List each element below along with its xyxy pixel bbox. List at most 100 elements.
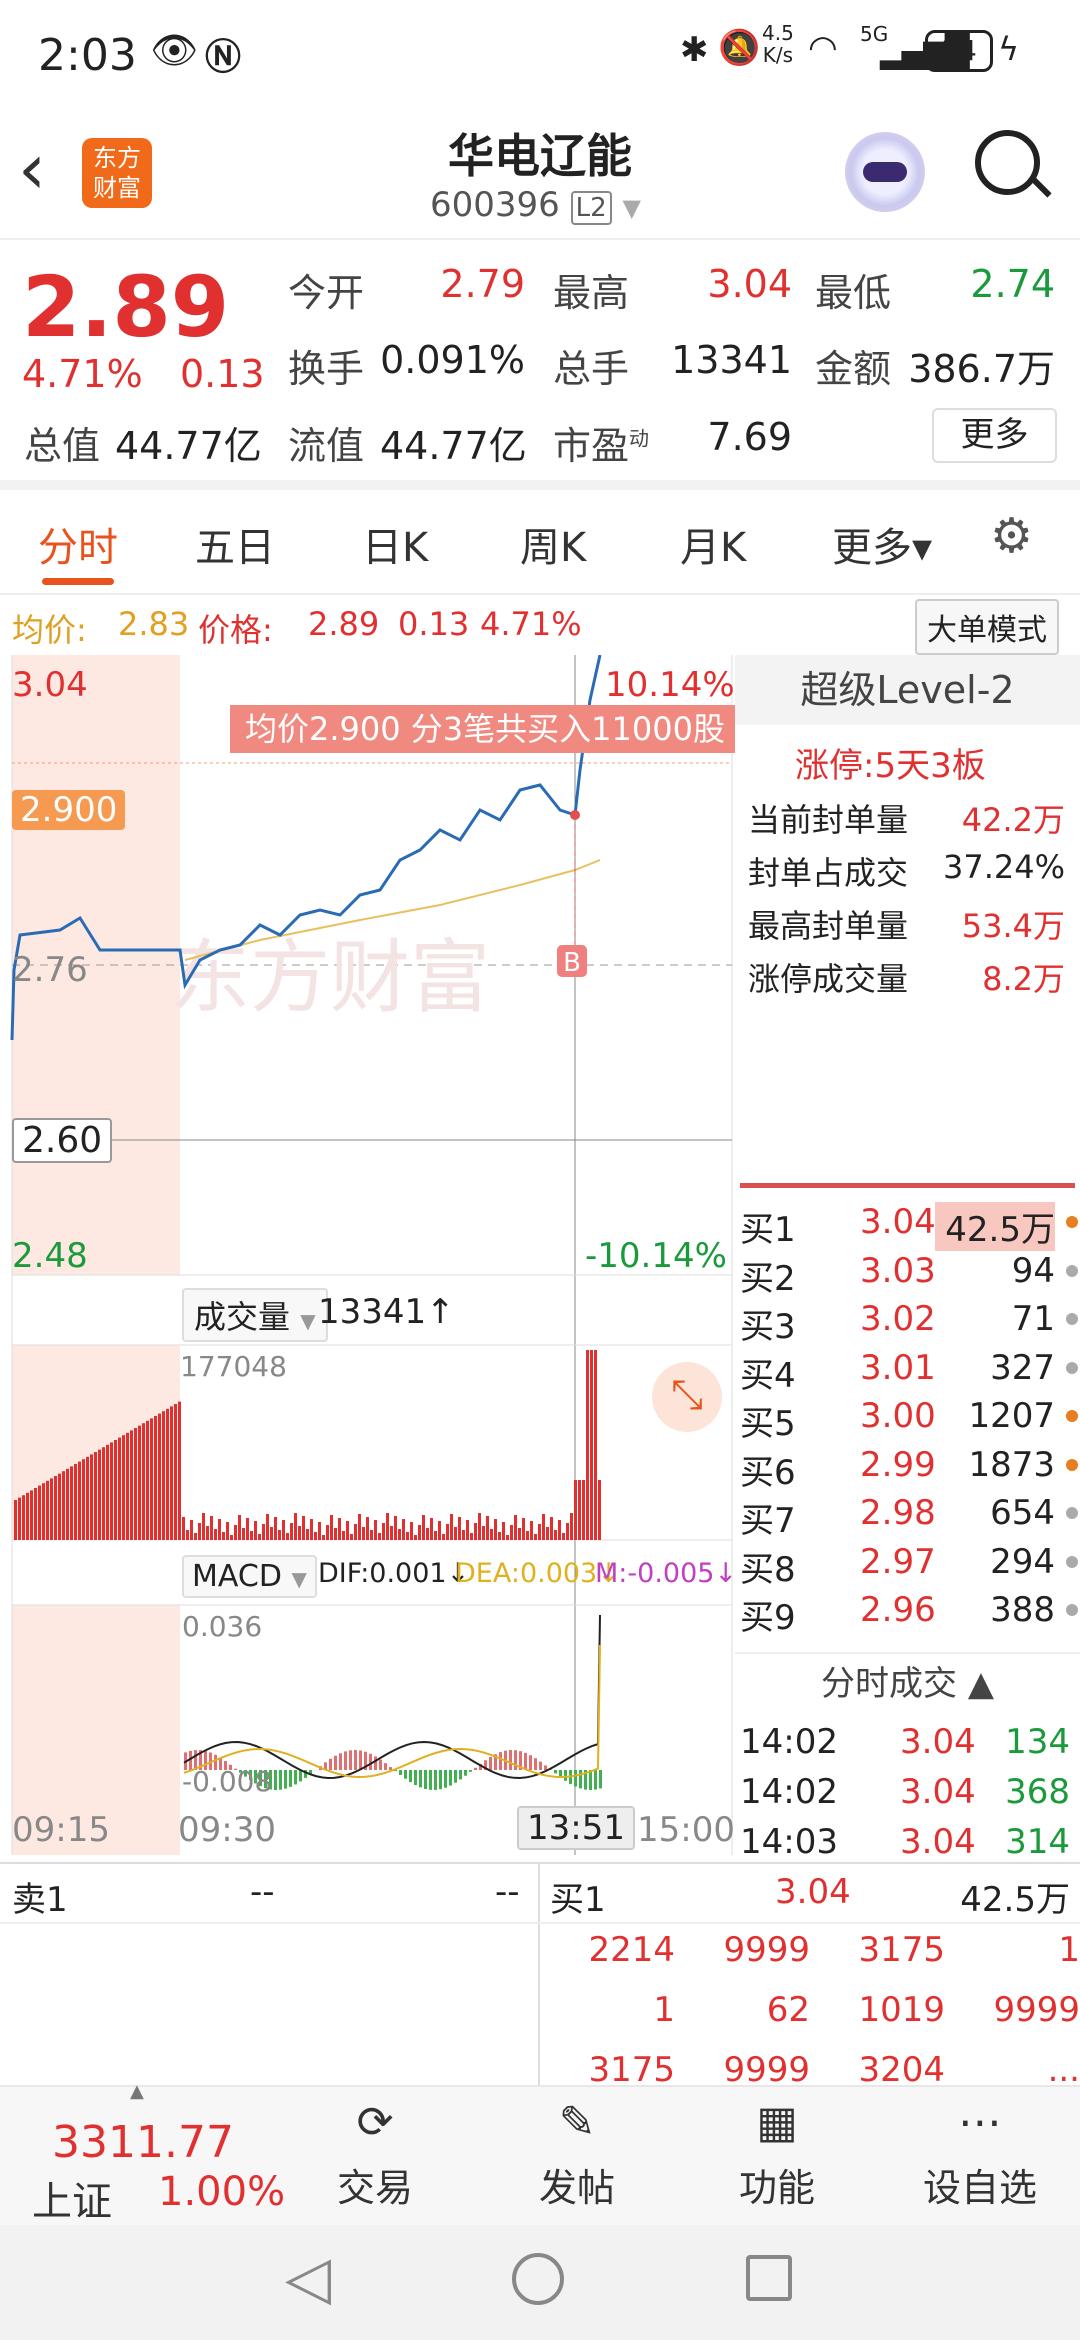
- seal-ratio-label: 封单占成交: [748, 854, 909, 892]
- volume-bar: [230, 1535, 233, 1540]
- volume-bar: [318, 1522, 321, 1540]
- macd-bar: [414, 1770, 417, 1786]
- tab-monthly-k[interactable]: 月K: [680, 515, 746, 573]
- amount-label: 金额: [815, 347, 892, 391]
- volume-bar: [410, 1522, 413, 1540]
- volume-bar: [586, 1350, 589, 1540]
- volume-value: 13341: [671, 338, 792, 382]
- volume-bar: [222, 1532, 225, 1540]
- tab-five-day[interactable]: 五日: [195, 515, 275, 573]
- change-amt: 0.13: [180, 352, 265, 396]
- volume-bar: [458, 1517, 461, 1540]
- volume-bar: [130, 1430, 133, 1540]
- limit-vol-label: 涨停成交量: [748, 960, 909, 998]
- stock-code[interactable]: 600396 L2 ▼: [430, 185, 641, 225]
- macd-indicator-select[interactable]: MACD ▼: [182, 1555, 317, 1598]
- macd-bar: [404, 1770, 407, 1779]
- volume-bar: [314, 1532, 317, 1540]
- high-label: 最高: [553, 271, 630, 315]
- volume-bar: [78, 1461, 81, 1540]
- queue-cell: ...: [1047, 2050, 1080, 2090]
- volume-bar: [242, 1528, 245, 1540]
- volume-bar: [326, 1525, 329, 1540]
- nav-post[interactable]: ✎ 发帖: [502, 2097, 652, 2212]
- volume-bar: [430, 1518, 433, 1540]
- nfc-icon: Ⓝ: [205, 37, 242, 78]
- index-value[interactable]: 3311.77: [52, 2117, 234, 2168]
- turnover-value: 0.091%: [380, 338, 525, 382]
- volume-bar: [14, 1500, 17, 1540]
- volume-bar: [434, 1531, 437, 1540]
- volume-bar: [262, 1524, 265, 1540]
- back-nav-icon[interactable]: ◁: [285, 2243, 331, 2313]
- macd-bar: [594, 1770, 597, 1790]
- volume-bar: [22, 1495, 25, 1540]
- queue-sell-label: 卖1: [12, 1880, 68, 1920]
- collapse-icon[interactable]: ▲: [130, 2081, 144, 2102]
- y-axis-mid: 2.76: [12, 950, 88, 990]
- period-tabs: 分时 五日 日K 周K 月K 更多▾ ⚙: [0, 500, 1080, 595]
- nav-add-watchlist[interactable]: ⋯ 设自选: [905, 2097, 1055, 2212]
- tick-trades-title[interactable]: 分时成交 ▲: [735, 1652, 1080, 1712]
- search-icon[interactable]: [975, 130, 1052, 198]
- tab-more[interactable]: 更多▾: [832, 515, 932, 573]
- volume-bar: [54, 1476, 57, 1540]
- avg-label: 均价:: [12, 611, 87, 649]
- volume-bar: [210, 1516, 213, 1540]
- volume-bar: [462, 1530, 465, 1540]
- turnover-label: 换手: [288, 347, 365, 391]
- volume-bar: [562, 1533, 565, 1540]
- volume-bar: [482, 1526, 485, 1540]
- volume-bar: [266, 1514, 269, 1540]
- macd-bar: [294, 1770, 297, 1785]
- robot-avatar[interactable]: [845, 132, 925, 212]
- pct-value: 4.71%: [480, 605, 582, 643]
- index-name: 上证: [32, 2179, 112, 2225]
- macd-bar: [369, 1753, 372, 1770]
- expand-icon[interactable]: ⤡: [652, 1362, 722, 1432]
- pe-value: 7.69: [707, 415, 792, 459]
- orderbook-row: 买1 3.04 42.5万: [740, 1200, 1080, 1251]
- index-pct: 1.00%: [158, 2169, 286, 2215]
- volume-bar: [166, 1408, 169, 1540]
- limit-vol-value: 8.2万: [982, 960, 1065, 998]
- seal-qty-label: 当前封单量: [748, 801, 909, 839]
- tab-intraday[interactable]: 分时: [38, 515, 118, 573]
- tab-weekly-k[interactable]: 周K: [520, 515, 586, 573]
- big-order-mode-button[interactable]: 大单模式: [915, 599, 1059, 655]
- more-button[interactable]: 更多: [932, 408, 1057, 463]
- volume-bar: [334, 1528, 337, 1540]
- nav-trade[interactable]: ⟳ 交易: [300, 2097, 450, 2212]
- trade-point: [570, 810, 580, 820]
- macd-bar: [554, 1770, 557, 1774]
- status-bar: 2:03 👁 Ⓝ ✱ 🔕 4.5 K/s ◠ 5G ▂▄▆█ 34 ϟ: [0, 0, 1080, 110]
- volume-bar: [254, 1521, 257, 1540]
- queue-cell: 9999: [723, 2050, 810, 2090]
- queue-buy-qty: 42.5万: [960, 1880, 1070, 1920]
- more-dots-icon: ⋯: [958, 2097, 1002, 2148]
- nav-functions[interactable]: ▦ 功能: [702, 2097, 852, 2212]
- orderbook-divider: [740, 1183, 1075, 1188]
- volume-indicator-select[interactable]: 成交量 ▼: [182, 1288, 328, 1342]
- limit-up-info: 涨停:5天3板: [795, 746, 986, 786]
- buy-marker-label: B: [563, 948, 581, 978]
- mcap-label: 总值: [24, 424, 101, 468]
- settings-gear-icon[interactable]: ⚙: [990, 508, 1033, 564]
- volume-bar: [238, 1515, 241, 1540]
- volume-bar: [158, 1413, 161, 1540]
- macd-bar: [529, 1755, 532, 1770]
- volume-bar: [270, 1527, 273, 1540]
- volume-bar: [354, 1524, 357, 1540]
- amount-value: 386.7万: [908, 347, 1055, 391]
- volume-bar: [34, 1488, 37, 1540]
- volume-bar: [42, 1483, 45, 1540]
- volume-bar: [598, 1480, 601, 1540]
- recents-nav-icon[interactable]: [746, 2255, 792, 2301]
- volume-bar: [590, 1350, 593, 1540]
- tab-daily-k[interactable]: 日K: [362, 515, 428, 573]
- macd-bar: [544, 1765, 547, 1770]
- home-nav-icon[interactable]: [512, 2253, 564, 2305]
- level2-title[interactable]: 超级Level-2: [735, 655, 1080, 725]
- macd-bar: [499, 1752, 502, 1770]
- low-value: 2.74: [970, 262, 1055, 306]
